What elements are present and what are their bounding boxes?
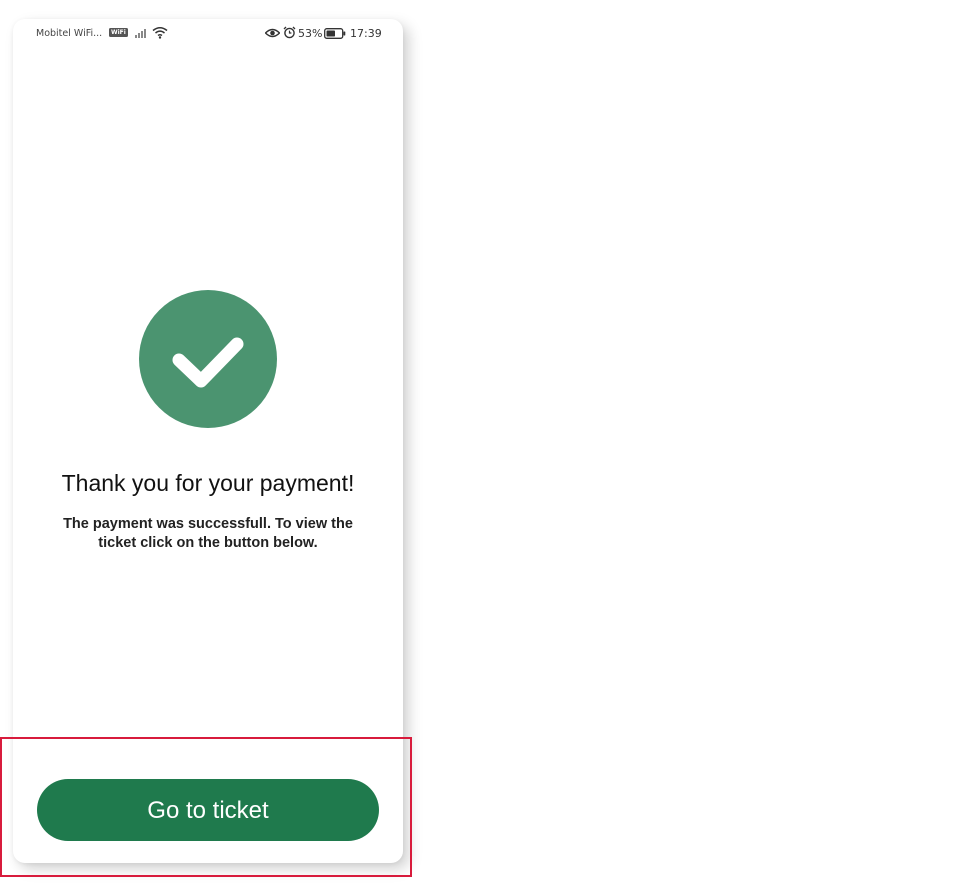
wifi-icon bbox=[152, 27, 168, 39]
status-bar: Mobitel WiFi... WiFi 53% 17:39 bbox=[13, 19, 403, 49]
status-time: 17:39 bbox=[350, 27, 382, 40]
wifi-calling-badge: WiFi bbox=[109, 28, 128, 37]
signal-icon bbox=[135, 29, 146, 38]
phone-screen: Mobitel WiFi... WiFi 53% 17:39 Thank you… bbox=[13, 19, 403, 863]
eye-icon bbox=[265, 28, 280, 38]
go-to-ticket-button[interactable]: Go to ticket bbox=[37, 779, 379, 841]
success-checkmark-badge bbox=[139, 290, 277, 428]
battery-icon bbox=[324, 28, 346, 39]
alarm-icon bbox=[283, 26, 296, 39]
screenshot-canvas: Mobitel WiFi... WiFi 53% 17:39 Thank you… bbox=[0, 0, 980, 892]
success-title: Thank you for your payment! bbox=[61, 470, 355, 496]
checkmark-icon bbox=[172, 337, 244, 388]
battery-percent: 53% bbox=[298, 27, 323, 40]
carrier-name: Mobitel WiFi... bbox=[36, 28, 103, 39]
success-message: The payment was successfull. To view the… bbox=[63, 516, 353, 551]
